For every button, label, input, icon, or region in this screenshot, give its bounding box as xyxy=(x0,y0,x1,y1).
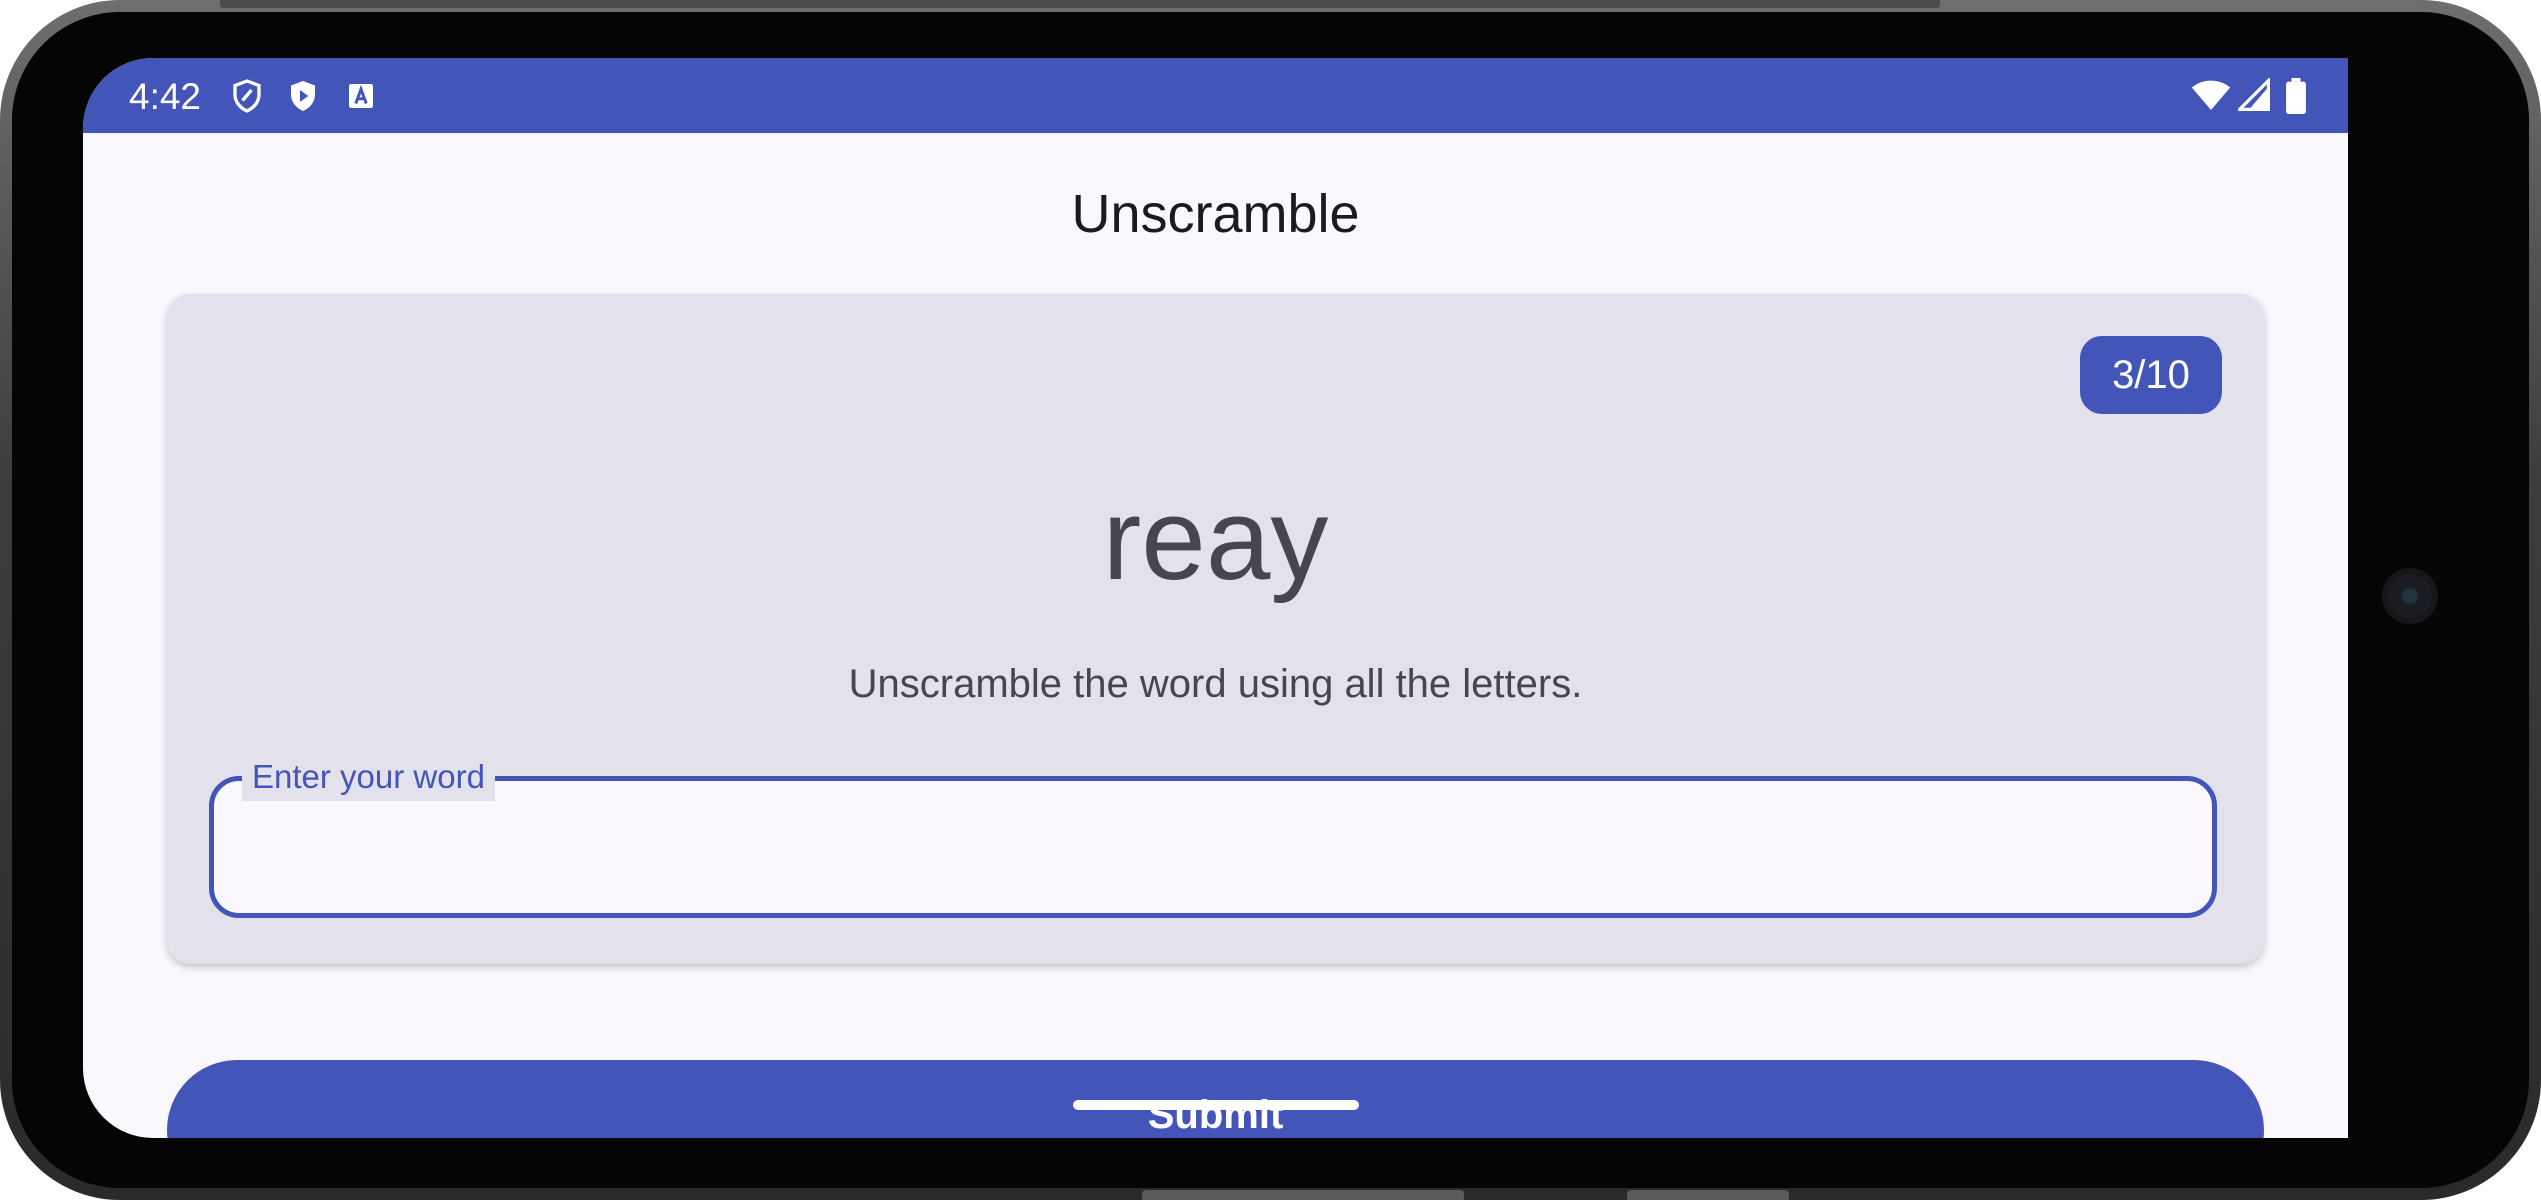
shield-icon xyxy=(233,79,261,113)
word-count-badge: 3/10 xyxy=(2080,336,2222,414)
scrambled-word: reay xyxy=(1102,474,1329,604)
navigation-gesture-bar[interactable] xyxy=(1073,1100,1359,1110)
font-icon xyxy=(349,84,373,108)
app-title: Unscramble xyxy=(1071,184,1360,244)
phone-frame: 4:42 Unscramble 3/10 reay Unscramble the… xyxy=(0,0,2541,1200)
battery-icon xyxy=(2286,78,2306,114)
app-screen: 4:42 Unscramble 3/10 reay Unscramble the… xyxy=(83,58,2348,1138)
play-shield-icon xyxy=(291,81,315,111)
status-time: 4:42 xyxy=(129,76,202,117)
game-card: 3/10 reay Unscramble the word using all … xyxy=(167,294,2264,964)
signal-icon xyxy=(2238,78,2270,111)
instructions-text: Unscramble the word using all the letter… xyxy=(848,662,1583,706)
submit-button[interactable]: Submit xyxy=(167,1060,2264,1138)
word-input-label: Enter your word xyxy=(242,753,495,801)
word-input-field[interactable]: Enter your word xyxy=(209,753,2217,918)
wifi-icon xyxy=(2191,80,2231,110)
front-camera xyxy=(2382,568,2438,624)
volume-button xyxy=(1627,1190,1789,1200)
power-button xyxy=(1142,1190,1464,1200)
frame-edge-top xyxy=(220,0,1940,8)
word-input[interactable] xyxy=(254,811,2158,883)
status-bar: 4:42 xyxy=(83,58,2348,133)
